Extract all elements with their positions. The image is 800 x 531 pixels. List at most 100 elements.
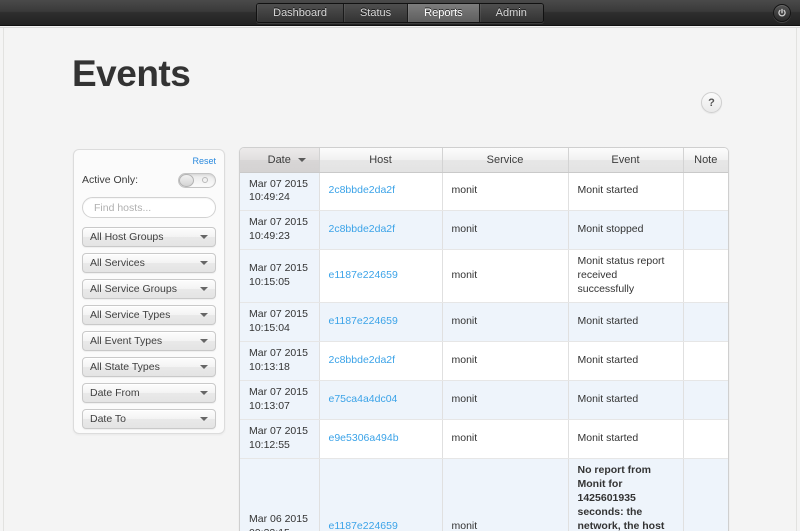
column-header-note[interactable]: Note bbox=[683, 148, 728, 173]
filter-sidebar: Reset Active Only: All Host Groups All Se… bbox=[73, 149, 225, 434]
cell-note bbox=[683, 210, 728, 251]
cell-host: e75ca4a4dc04 bbox=[319, 380, 443, 420]
chevron-down-icon bbox=[200, 365, 208, 369]
cell-date: Mar 07 2015 10:15:05 bbox=[240, 249, 320, 304]
reset-filters-link[interactable]: Reset bbox=[82, 156, 216, 167]
cell-service: monit bbox=[442, 419, 569, 459]
filter-select-label: All Services bbox=[90, 257, 145, 269]
filter-select-date-to[interactable]: Date To bbox=[82, 409, 216, 429]
cell-event: Monit started bbox=[568, 380, 684, 420]
filter-select-label: All Host Groups bbox=[90, 231, 164, 243]
cell-date: Mar 07 2015 10:13:18 bbox=[240, 341, 320, 381]
table-row[interactable]: Mar 07 2015 10:13:07 e75ca4a4dc04 monit Mon… bbox=[240, 380, 728, 420]
toggle-knob bbox=[179, 173, 194, 187]
content-area: Events ? Reset Active Only: All Host Gro… bbox=[0, 27, 800, 531]
cell-date: Mar 07 2015 10:49:23 bbox=[240, 210, 320, 251]
column-header-event[interactable]: Event bbox=[568, 148, 684, 173]
filter-select-label: Date From bbox=[90, 387, 140, 399]
events-table: Date Host Service Event Note Mar 07 2015 10:… bbox=[240, 148, 728, 531]
cell-note bbox=[683, 172, 728, 212]
host-link[interactable]: e1187e224659 bbox=[329, 315, 398, 327]
chevron-down-icon bbox=[200, 261, 208, 265]
events-table-container: Date Host Service Event Note Mar 07 2015 10:… bbox=[239, 147, 729, 531]
cell-event: Monit started bbox=[568, 341, 684, 381]
filter-select-label: All Event Types bbox=[90, 335, 163, 347]
column-header-label: Host bbox=[369, 153, 392, 166]
find-hosts-input[interactable] bbox=[82, 197, 216, 218]
nav-tab-reports[interactable]: Reports bbox=[408, 3, 480, 22]
toggle-off-indicator-icon bbox=[202, 177, 208, 183]
page-title: Events bbox=[72, 53, 191, 94]
column-header-label: Event bbox=[611, 153, 640, 166]
cell-note bbox=[683, 302, 728, 343]
cell-service: monit bbox=[442, 458, 569, 531]
cell-event: No report from Monit for 1425601935 seco… bbox=[568, 458, 684, 531]
application-root: Dashboard Status Reports Admin Events ? Res… bbox=[0, 0, 800, 531]
host-link[interactable]: 2c8bbde2da2f bbox=[329, 184, 396, 196]
table-row[interactable]: Mar 07 2015 10:15:04 e1187e224659 monit Mon… bbox=[240, 302, 728, 343]
nav-tab-status[interactable]: Status bbox=[343, 3, 409, 22]
filter-select-date-from[interactable]: Date From bbox=[82, 383, 216, 403]
table-row[interactable]: Mar 07 2015 10:15:05 e1187e224659 monit Mon… bbox=[240, 249, 728, 304]
chevron-down-icon bbox=[200, 417, 208, 421]
cell-service: monit bbox=[442, 341, 569, 381]
table-row[interactable]: Mar 06 2015 09:32:15 e1187e224659 monitNo … bbox=[240, 458, 728, 531]
cell-event: Monit started bbox=[568, 302, 684, 343]
column-header-label: Date bbox=[267, 153, 291, 166]
window-frame-right bbox=[796, 28, 797, 531]
chevron-down-icon bbox=[200, 235, 208, 239]
filter-select-all-event-types[interactable]: All Event Types bbox=[82, 331, 216, 351]
cell-service: monit bbox=[442, 172, 569, 212]
cell-host: e1187e224659 bbox=[319, 458, 443, 531]
filter-select-all-service-groups[interactable]: All Service Groups bbox=[82, 279, 216, 299]
host-link[interactable]: 2c8bbde2da2f bbox=[329, 354, 396, 366]
cell-note bbox=[683, 341, 728, 381]
cell-service: monit bbox=[442, 249, 569, 304]
column-header-label: Note bbox=[694, 153, 718, 166]
chevron-down-icon bbox=[200, 287, 208, 291]
cell-host: 2c8bbde2da2f bbox=[319, 341, 443, 381]
cell-host: e1187e224659 bbox=[319, 249, 443, 304]
table-row[interactable]: Mar 07 2015 10:49:23 2c8bbde2da2f monit Mon… bbox=[240, 210, 728, 251]
cell-note bbox=[683, 419, 728, 459]
power-button[interactable] bbox=[773, 4, 791, 22]
filter-select-all-state-types[interactable]: All State Types bbox=[82, 357, 216, 377]
chevron-down-icon bbox=[200, 391, 208, 395]
cell-date: Mar 07 2015 10:12:55 bbox=[240, 419, 320, 459]
active-only-row: Active Only: bbox=[82, 170, 216, 190]
filter-select-all-service-types[interactable]: All Service Types bbox=[82, 305, 216, 325]
events-table-body: Mar 07 2015 10:49:24 2c8bbde2da2f monit Mon… bbox=[240, 172, 728, 531]
host-link[interactable]: e75ca4a4dc04 bbox=[329, 393, 398, 405]
filter-select-all-services[interactable]: All Services bbox=[82, 253, 216, 273]
column-header-date[interactable]: Date bbox=[240, 148, 320, 173]
host-link[interactable]: e1187e224659 bbox=[329, 269, 398, 281]
host-link[interactable]: e1187e224659 bbox=[329, 520, 398, 531]
filter-select-all-host-groups[interactable]: All Host Groups bbox=[82, 227, 216, 247]
active-only-toggle[interactable] bbox=[178, 172, 216, 188]
cell-event: Monit started bbox=[568, 419, 684, 459]
filter-select-label: All Service Types bbox=[90, 309, 171, 321]
table-row[interactable]: Mar 07 2015 10:12:55 e9e5306a494b monit Mon… bbox=[240, 419, 728, 459]
filter-select-label: All State Types bbox=[90, 361, 160, 373]
column-header-host[interactable]: Host bbox=[319, 148, 443, 173]
nav-tab-group: Dashboard Status Reports Admin bbox=[256, 2, 544, 23]
nav-tab-admin[interactable]: Admin bbox=[479, 3, 543, 22]
cell-date: Mar 07 2015 10:49:24 bbox=[240, 172, 320, 212]
active-only-label: Active Only: bbox=[82, 174, 139, 186]
filter-select-list: All Host Groups All Services All Service G… bbox=[82, 227, 216, 429]
sort-descending-icon bbox=[297, 157, 306, 162]
filter-select-label: Date To bbox=[90, 413, 126, 425]
cell-date: Mar 06 2015 09:32:15 bbox=[240, 458, 320, 531]
host-link[interactable]: e9e5306a494b bbox=[329, 432, 399, 444]
cell-host: 2c8bbde2da2f bbox=[319, 172, 443, 212]
cell-date: Mar 07 2015 10:15:04 bbox=[240, 302, 320, 343]
host-link[interactable]: 2c8bbde2da2f bbox=[329, 223, 396, 235]
table-row[interactable]: Mar 07 2015 10:13:18 2c8bbde2da2f monit Mon… bbox=[240, 341, 728, 381]
cell-note bbox=[683, 380, 728, 420]
chevron-down-icon bbox=[200, 339, 208, 343]
help-button[interactable]: ? bbox=[701, 92, 722, 113]
column-header-service[interactable]: Service bbox=[442, 148, 569, 173]
table-row[interactable]: Mar 07 2015 10:49:24 2c8bbde2da2f monit Mon… bbox=[240, 172, 728, 212]
nav-tab-dashboard[interactable]: Dashboard bbox=[257, 3, 344, 22]
cell-event: Monit stopped bbox=[568, 210, 684, 251]
